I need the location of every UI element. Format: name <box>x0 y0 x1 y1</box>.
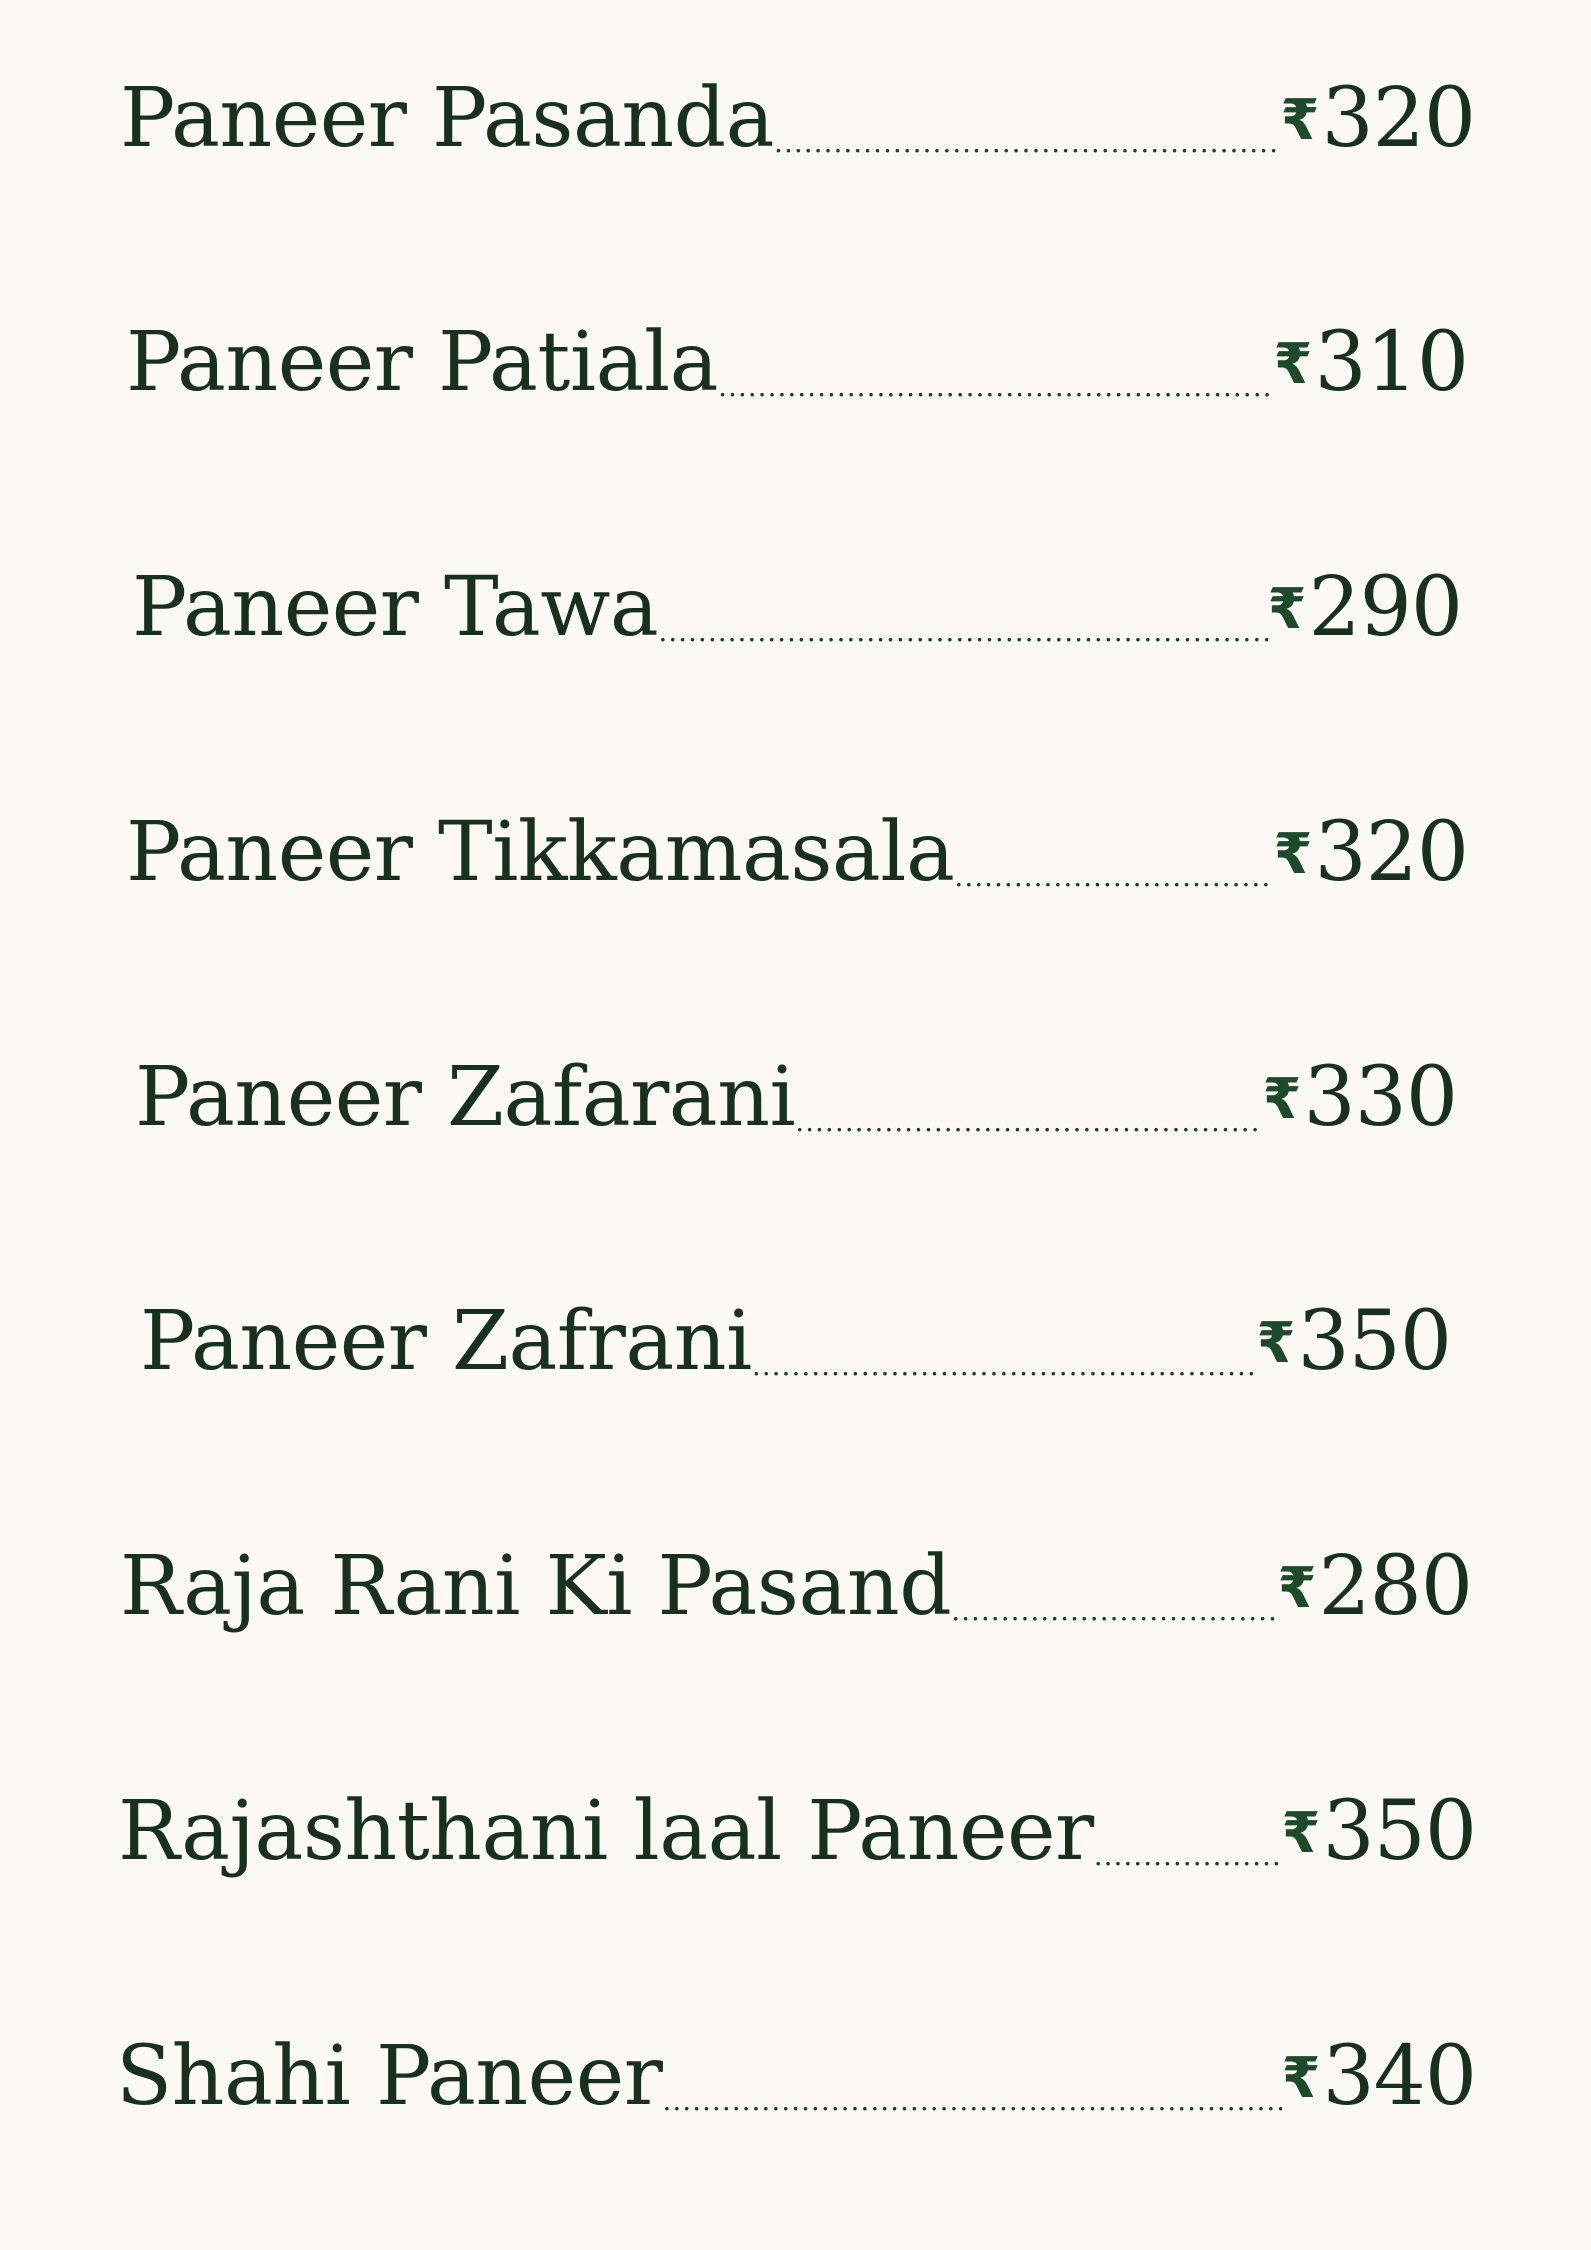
price-value: 280 <box>1318 1539 1472 1634</box>
menu-item-rajashthani-laal-paneer: Rajashthani laal Paneer ................… <box>118 1772 1476 1892</box>
menu-list: Paneer Pasanda .........................… <box>0 0 1591 2250</box>
menu-item-paneer-tikkamasala: Paneer Tikkamasala .....................… <box>126 793 1468 913</box>
menu-item-price: ₹ 290 <box>1268 567 1462 649</box>
menu-item-name: Raja Rani Ki Pasand <box>120 1539 952 1634</box>
menu-item-price: ₹ 340 <box>1282 2036 1476 2118</box>
dot-leader: ........................................… <box>951 1597 1278 1627</box>
menu-item-name: Paneer Tikkamasala <box>126 805 955 900</box>
menu-item-price: ₹ 320 <box>1274 812 1468 894</box>
dot-leader: ........................................… <box>662 2087 1282 2117</box>
price-value: 330 <box>1303 1050 1457 1145</box>
menu-item-price: ₹ 350 <box>1282 1791 1476 1873</box>
price-value: 350 <box>1297 1294 1451 1389</box>
menu-item-price: ₹ 310 <box>1274 322 1468 404</box>
rupee-icon: ₹ <box>1273 332 1313 397</box>
menu-item-paneer-tawa: Paneer Tawa ............................… <box>132 548 1462 668</box>
menu-item-name: Paneer Pasanda <box>120 71 775 166</box>
menu-item-name: Paneer Tawa <box>132 560 659 655</box>
rupee-icon: ₹ <box>1262 1067 1302 1132</box>
dot-leader: ........................................… <box>718 373 1273 403</box>
price-value: 290 <box>1308 560 1462 655</box>
menu-item-name: Paneer Zafrani <box>140 1294 752 1389</box>
dot-leader: ........................................… <box>751 1352 1257 1382</box>
rupee-icon: ₹ <box>1256 1311 1296 1376</box>
dot-leader: ........................................… <box>795 1108 1262 1138</box>
price-value: 340 <box>1322 2029 1476 2124</box>
rupee-icon: ₹ <box>1280 88 1320 153</box>
menu-item-price: ₹ 330 <box>1263 1057 1457 1139</box>
menu-item-paneer-zafarani: Paneer Zafarani ........................… <box>135 1038 1457 1158</box>
dot-leader: ........................................… <box>774 129 1280 159</box>
menu-item-name: Shahi Paneer <box>116 2029 663 2124</box>
menu-item-paneer-zafrani: Paneer Zafrani .........................… <box>140 1282 1451 1402</box>
rupee-icon: ₹ <box>1273 822 1313 887</box>
menu-item-price: ₹ 350 <box>1257 1301 1451 1383</box>
menu-item-price: ₹ 280 <box>1278 1546 1472 1628</box>
price-value: 350 <box>1322 1784 1476 1879</box>
menu-item-name: Paneer Zafarani <box>135 1050 796 1145</box>
price-value: 310 <box>1314 315 1468 410</box>
rupee-icon: ₹ <box>1267 577 1307 642</box>
price-value: 320 <box>1321 71 1475 166</box>
menu-item-raja-rani-ki-pasand: Raja Rani Ki Pasand ....................… <box>120 1527 1472 1647</box>
menu-item-paneer-patiala: Paneer Patiala .........................… <box>126 303 1468 423</box>
rupee-icon: ₹ <box>1277 1556 1317 1621</box>
menu-item-paneer-pasanda: Paneer Pasanda .........................… <box>120 59 1475 179</box>
dot-leader: ........................................… <box>1093 1842 1282 1872</box>
price-value: 320 <box>1314 805 1468 900</box>
rupee-icon: ₹ <box>1281 2046 1321 2111</box>
menu-item-price: ₹ 320 <box>1281 78 1475 160</box>
dot-leader: ........................................… <box>954 863 1274 893</box>
dot-leader: ........................................… <box>658 618 1268 648</box>
menu-item-shahi-paneer: Shahi Paneer ...........................… <box>116 2017 1476 2137</box>
rupee-icon: ₹ <box>1281 1801 1321 1866</box>
menu-item-name: Paneer Patiala <box>126 315 719 410</box>
menu-item-name: Rajashthani laal Paneer <box>118 1784 1094 1879</box>
